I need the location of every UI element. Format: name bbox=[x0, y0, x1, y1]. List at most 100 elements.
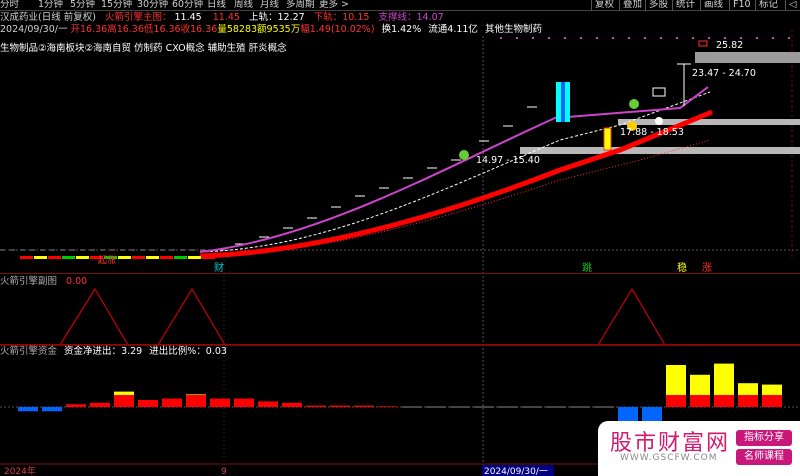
fund-bar-red bbox=[378, 406, 398, 407]
fund-bar-red bbox=[210, 398, 230, 407]
strip-segment bbox=[174, 256, 187, 259]
fund-bar-red bbox=[66, 404, 86, 407]
strip-segment bbox=[118, 256, 131, 259]
fund-bar-yellow bbox=[714, 363, 734, 395]
fund-flow-value: 3.29 bbox=[121, 346, 143, 357]
dotted-lower-line bbox=[199, 139, 711, 257]
sub-triangle-2 bbox=[157, 287, 226, 346]
strip-segment bbox=[146, 256, 159, 259]
fund-bar-red bbox=[258, 401, 278, 407]
signal-icon-1 bbox=[459, 150, 469, 160]
fund-bar-red bbox=[90, 402, 110, 407]
price-label-range3: 14.97 - 15.40 bbox=[476, 155, 540, 166]
purple-dot bbox=[612, 37, 614, 39]
toolbar-button-2[interactable]: 多股 bbox=[645, 0, 671, 11]
yellow-candle bbox=[603, 127, 612, 151]
sub-triangle-1 bbox=[59, 287, 129, 346]
fund-bar-yellow bbox=[186, 394, 206, 395]
fund-bar-yellow bbox=[738, 383, 758, 395]
purple-dot bbox=[516, 37, 518, 39]
strip-segment bbox=[132, 256, 145, 259]
toolbar-button-0[interactable]: 复权 bbox=[591, 0, 617, 11]
toolbar-button-4[interactable]: 画线 bbox=[700, 0, 726, 11]
strip-segment bbox=[188, 256, 201, 259]
fund-bar-red bbox=[114, 395, 134, 407]
fund-bar-red bbox=[354, 405, 374, 407]
fund-bar-red bbox=[738, 395, 758, 407]
toolbar-button-3[interactable]: 统计 bbox=[672, 0, 698, 11]
price-label-top: 25.82 bbox=[716, 40, 743, 51]
sub-chart-value: 0.00 bbox=[66, 276, 88, 287]
resistance-band-mid bbox=[618, 119, 800, 125]
axis-year: 2024年 bbox=[4, 465, 36, 476]
fund-bar-red bbox=[162, 398, 182, 407]
ladder-dashes bbox=[0, 106, 537, 251]
fund-bar-blue bbox=[42, 407, 62, 412]
fund-bar-red bbox=[306, 405, 326, 407]
signal-icon-4 bbox=[655, 117, 663, 125]
purple-dot bbox=[692, 37, 694, 39]
sub-chart-header: 火箭引擎副图 0.00 bbox=[0, 276, 87, 288]
purple-dot bbox=[580, 37, 582, 39]
price-label-range1: 23.47 - 24.70 bbox=[692, 68, 756, 79]
fund-ratio-value: 0.03 bbox=[205, 346, 227, 357]
fund-flow-label: 资金净进出： bbox=[64, 346, 122, 357]
purple-dot bbox=[772, 37, 774, 39]
toolbar-button-6[interactable]: 标记 bbox=[755, 0, 781, 11]
resistance-band-low bbox=[520, 147, 800, 154]
purple-dot bbox=[628, 37, 630, 39]
price-label-range2: 17.88 - 18.53 bbox=[620, 127, 684, 138]
toolbar-button-7[interactable]: ◁ bbox=[785, 0, 799, 11]
fund-bar-blue bbox=[18, 407, 38, 412]
fund-bar-yellow bbox=[690, 374, 710, 395]
fund-bar-yellow bbox=[114, 391, 134, 395]
sub-triangle-3 bbox=[597, 287, 666, 346]
toolbar-button-1[interactable]: 叠加 bbox=[619, 0, 645, 11]
purple-dot bbox=[788, 37, 790, 39]
watermark-url: WWW.GSCFW.COM bbox=[620, 453, 718, 463]
purple-dot bbox=[676, 37, 678, 39]
purple-dot bbox=[644, 37, 646, 39]
purple-dot bbox=[708, 37, 710, 39]
fund-bar-yellow bbox=[762, 384, 782, 395]
signal-strip bbox=[20, 256, 215, 259]
strip-segment bbox=[62, 256, 75, 259]
strip-segment bbox=[48, 256, 61, 259]
panel-divider-1 bbox=[0, 273, 800, 274]
purple-dot bbox=[532, 37, 534, 39]
resistance-band-top bbox=[695, 52, 800, 63]
tag-indicator-share[interactable]: 指标分享 bbox=[736, 430, 792, 446]
strip-segment bbox=[20, 256, 33, 259]
chart-canvas: 25.82 23.47 - 24.70 17.88 - 18.53 14.97 … bbox=[0, 30, 800, 476]
fund-bar-red bbox=[234, 398, 254, 407]
fund-bar-red bbox=[690, 395, 710, 407]
fund-chart-title[interactable]: 火箭引擎资金 bbox=[0, 346, 57, 357]
axis-month: 9 bbox=[221, 467, 227, 476]
fund-bar-red bbox=[666, 395, 686, 407]
panel-divider-2 bbox=[0, 344, 800, 345]
axis-date: 2024/09/30/一 bbox=[484, 467, 548, 476]
purple-dot bbox=[740, 37, 742, 39]
strip-segment bbox=[76, 256, 89, 259]
signal-qizhang: 起涨 bbox=[98, 255, 116, 266]
dashed-trend-line bbox=[199, 91, 711, 253]
fund-bar-red bbox=[186, 395, 206, 407]
signal-icon-2 bbox=[629, 99, 639, 109]
purple-dot bbox=[596, 37, 598, 39]
toolbar-button-5[interactable]: F10 bbox=[729, 0, 754, 11]
watermark: 股市财富网 WWW.GSCFW.COM 指标分享 名师课程 bbox=[598, 421, 800, 476]
purple-dot bbox=[500, 37, 502, 39]
rocket-bar-1 bbox=[556, 82, 561, 122]
purple-dot bbox=[548, 37, 550, 39]
purple-dot bbox=[756, 37, 758, 39]
fund-bar-red bbox=[138, 400, 158, 407]
fund-bar-red bbox=[714, 395, 734, 407]
fund-bar-red bbox=[762, 395, 782, 407]
sub-chart-title[interactable]: 火箭引擎副图 bbox=[0, 276, 57, 287]
fund-flow-bars bbox=[18, 363, 782, 430]
purple-signal-dots bbox=[500, 37, 790, 39]
strip-segment bbox=[160, 256, 173, 259]
fund-bar-red bbox=[282, 402, 302, 407]
tag-teacher-course[interactable]: 名师课程 bbox=[736, 449, 792, 465]
white-box-marker bbox=[652, 87, 666, 97]
